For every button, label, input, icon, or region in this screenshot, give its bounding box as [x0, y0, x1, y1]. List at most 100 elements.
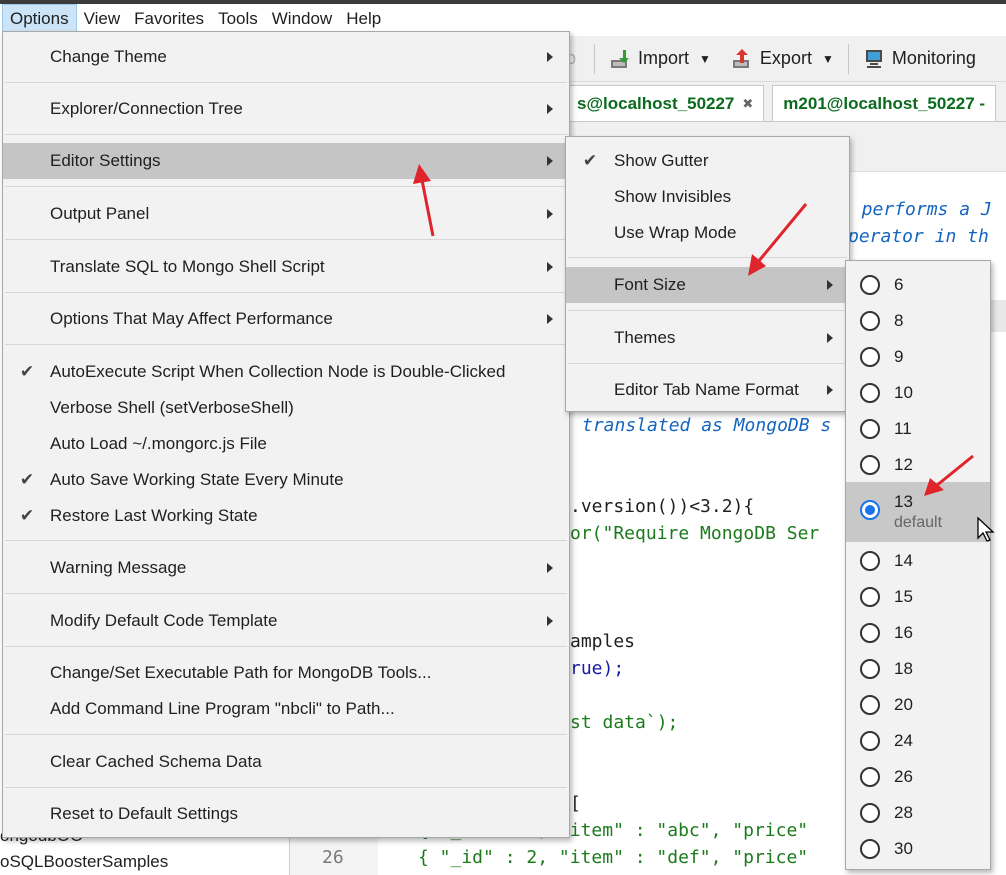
- menu-item-show-gutter[interactable]: ✔ Show Gutter: [566, 143, 849, 179]
- radio-button[interactable]: [860, 623, 880, 643]
- menu-item-autoexecute-script[interactable]: ✔ AutoExecute Script When Collection Nod…: [3, 354, 569, 390]
- menu-item-change-theme[interactable]: Change Theme: [3, 39, 569, 75]
- font-size-label: 30: [894, 839, 913, 858]
- font-size-label: 26: [894, 767, 913, 786]
- menu-item-label: Auto Load ~/.mongorc.js File: [50, 434, 267, 453]
- radio-button[interactable]: [860, 419, 880, 439]
- code-line: translated as MongoDB s: [582, 415, 832, 436]
- radio-button[interactable]: [860, 839, 880, 859]
- code-line: .version())<3.2){: [570, 496, 755, 517]
- font-size-option[interactable]: 6: [846, 267, 990, 303]
- monitoring-button[interactable]: Monitoring: [853, 41, 986, 77]
- menu-item-explorer-connection-tree[interactable]: Explorer/Connection Tree: [3, 91, 569, 127]
- menu-item-use-wrap-mode[interactable]: Use Wrap Mode: [566, 215, 849, 251]
- code-line: [: [570, 793, 581, 814]
- font-size-option[interactable]: 18: [846, 651, 990, 687]
- close-icon[interactable]: ✖: [742, 96, 753, 112]
- menu-item-code-template[interactable]: Modify Default Code Template: [3, 603, 569, 639]
- radio-button[interactable]: [860, 311, 880, 331]
- radio-button[interactable]: [860, 587, 880, 607]
- radio-button[interactable]: [860, 455, 880, 475]
- menu-item-auto-load-mongorc[interactable]: Auto Load ~/.mongorc.js File: [3, 426, 569, 462]
- editor-settings-submenu: ✔ Show Gutter Show Invisibles Use Wrap M…: [565, 136, 850, 412]
- menu-separator: [5, 344, 567, 345]
- menu-separator: [5, 239, 567, 240]
- menu-item-font-size[interactable]: Font Size: [566, 267, 849, 303]
- code-line: n performs a J: [840, 199, 992, 220]
- toolbar-separator: [594, 43, 596, 74]
- radio-button[interactable]: [860, 551, 880, 571]
- tab-label: s@localhost_50227: [577, 93, 735, 113]
- font-size-option[interactable]: 16: [846, 615, 990, 651]
- font-size-option[interactable]: 9: [846, 339, 990, 375]
- menu-item-translate-sql[interactable]: Translate SQL to Mongo Shell Script: [3, 249, 569, 285]
- font-size-label: 14: [894, 551, 913, 570]
- monitor-icon: [865, 49, 882, 68]
- font-size-option[interactable]: 26: [846, 759, 990, 795]
- code-line: st data`);: [570, 712, 679, 733]
- menu-item-editor-settings[interactable]: Editor Settings: [3, 143, 569, 179]
- menu-separator: [5, 186, 567, 187]
- radio-button[interactable]: [860, 803, 880, 823]
- import-label: Import: [638, 48, 690, 68]
- code-line: { "_id" : 2, "item" : "def", "price": [418, 847, 809, 868]
- menu-separator: [568, 363, 847, 364]
- monitoring-label: Monitoring: [891, 48, 976, 68]
- font-size-option[interactable]: 20: [846, 687, 990, 723]
- font-size-option[interactable]: 10: [846, 375, 990, 411]
- menu-separator: [5, 734, 567, 735]
- menu-item-performance-options[interactable]: Options That May Affect Performance: [3, 301, 569, 337]
- menu-item-show-invisibles[interactable]: Show Invisibles: [566, 179, 849, 215]
- menu-item-tab-name-format[interactable]: Editor Tab Name Format: [566, 372, 849, 408]
- tab-connection-2[interactable]: m201@localhost_50227 -: [772, 85, 997, 121]
- menu-item-reset-defaults[interactable]: Reset to Default Settings: [3, 796, 569, 832]
- font-size-option[interactable]: 8: [846, 303, 990, 339]
- menu-item-themes[interactable]: Themes: [566, 320, 849, 356]
- tree-item[interactable]: oSQLBoosterSamples: [0, 852, 168, 872]
- menu-item-label: Change/Set Executable Path for MongoDB T…: [50, 663, 432, 682]
- menu-separator: [5, 646, 567, 647]
- radio-button[interactable]: [860, 347, 880, 367]
- menu-item-label: Options That May Affect Performance: [50, 309, 333, 328]
- menu-item-output-panel[interactable]: Output Panel: [3, 196, 569, 232]
- menu-separator: [5, 134, 567, 135]
- menu-item-label: Editor Settings: [50, 151, 161, 170]
- font-size-option[interactable]: 15: [846, 579, 990, 615]
- code-line: amples: [570, 631, 636, 652]
- font-size-label: 6: [894, 275, 904, 294]
- menu-item-auto-save-state[interactable]: ✔ Auto Save Working State Every Minute: [3, 462, 569, 498]
- font-size-label: 15: [894, 587, 913, 606]
- menu-item-restore-state[interactable]: ✔ Restore Last Working State: [3, 498, 569, 534]
- import-button[interactable]: Import ▼: [599, 41, 721, 77]
- menu-item-warning-message[interactable]: Warning Message: [3, 550, 569, 586]
- radio-button[interactable]: [860, 767, 880, 787]
- font-size-option[interactable]: 11: [846, 411, 990, 447]
- font-size-option[interactable]: 14: [846, 543, 990, 579]
- font-size-option[interactable]: 24: [846, 723, 990, 759]
- submenu-arrow-icon: [827, 333, 833, 343]
- font-size-submenu: 6 8 9 10 11 12 13 default 14 15 16 18 20…: [845, 260, 991, 870]
- radio-button[interactable]: [860, 659, 880, 679]
- menu-separator: [5, 787, 567, 788]
- radio-button[interactable]: [860, 695, 880, 715]
- menu-separator: [5, 292, 567, 293]
- font-size-option[interactable]: 28: [846, 795, 990, 831]
- font-size-option-selected[interactable]: 13 default: [846, 482, 990, 542]
- menu-item-label: Clear Cached Schema Data: [50, 752, 262, 771]
- menu-item-label: AutoExecute Script When Collection Node …: [50, 362, 506, 381]
- export-icon: [732, 48, 749, 68]
- tab-connection-1[interactable]: s@localhost_50227 ✖: [566, 85, 765, 121]
- radio-button[interactable]: [860, 275, 880, 295]
- submenu-arrow-icon: [547, 52, 553, 62]
- radio-button[interactable]: [860, 731, 880, 751]
- radio-button[interactable]: [860, 383, 880, 403]
- font-size-option[interactable]: 30: [846, 831, 990, 867]
- chevron-down-icon: ▼: [821, 51, 834, 66]
- menu-item-add-nbcli-path[interactable]: Add Command Line Program "nbcli" to Path…: [3, 691, 569, 727]
- menu-item-executable-path[interactable]: Change/Set Executable Path for MongoDB T…: [3, 655, 569, 691]
- export-button[interactable]: Export ▼: [721, 41, 844, 77]
- menu-item-verbose-shell[interactable]: Verbose Shell (setVerboseShell): [3, 390, 569, 426]
- font-size-option[interactable]: 12: [846, 447, 990, 483]
- radio-button-selected[interactable]: [860, 500, 880, 520]
- menu-item-clear-schema-cache[interactable]: Clear Cached Schema Data: [3, 744, 569, 780]
